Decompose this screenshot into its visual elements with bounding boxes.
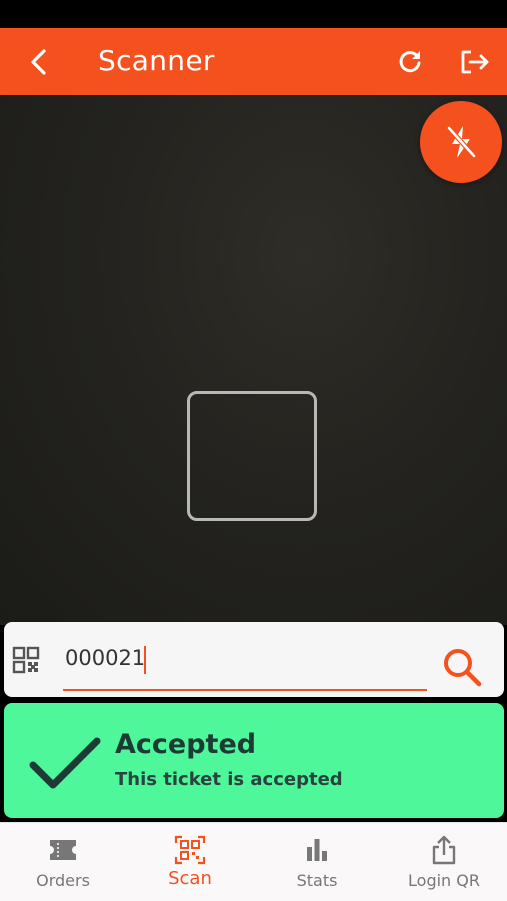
refresh-icon[interactable] [393,45,427,79]
share-icon [432,835,456,865]
scan-result-card: Accepted This ticket is accepted [4,703,504,818]
flash-off-icon [447,126,476,158]
ticket-number-input[interactable] [63,640,425,676]
bottom-navigation: Orders Scan Stats Login QR [0,822,507,901]
logout-icon[interactable] [456,44,492,80]
search-icon[interactable] [440,645,484,689]
ticket-icon [50,840,76,860]
status-bar [0,0,507,28]
nav-item-login-qr[interactable]: Login QR [381,823,507,901]
app-bar: Scanner [0,28,507,95]
nav-label-login-qr: Login QR [408,871,480,890]
result-message: This ticket is accepted [115,769,343,790]
back-arrow-icon[interactable] [22,45,56,79]
camera-preview [0,95,507,625]
nav-label-scan: Scan [168,868,212,889]
bar-chart-icon [307,839,327,861]
input-underline [63,689,427,691]
checkmark-icon [29,737,101,789]
qr-code-icon [12,646,40,674]
nav-item-stats[interactable]: Stats [254,823,380,901]
flash-toggle-button[interactable] [420,101,502,183]
nav-label-stats: Stats [296,871,338,890]
page-title: Scanner [98,44,215,77]
nav-label-orders: Orders [36,871,90,890]
ticket-search-card [4,622,504,697]
result-title: Accepted [115,729,257,760]
nav-item-orders[interactable]: Orders [0,823,126,901]
scan-target-frame [187,391,317,521]
nav-item-scan[interactable]: Scan [127,823,253,901]
qr-scan-icon [174,835,206,865]
text-cursor [144,646,146,674]
